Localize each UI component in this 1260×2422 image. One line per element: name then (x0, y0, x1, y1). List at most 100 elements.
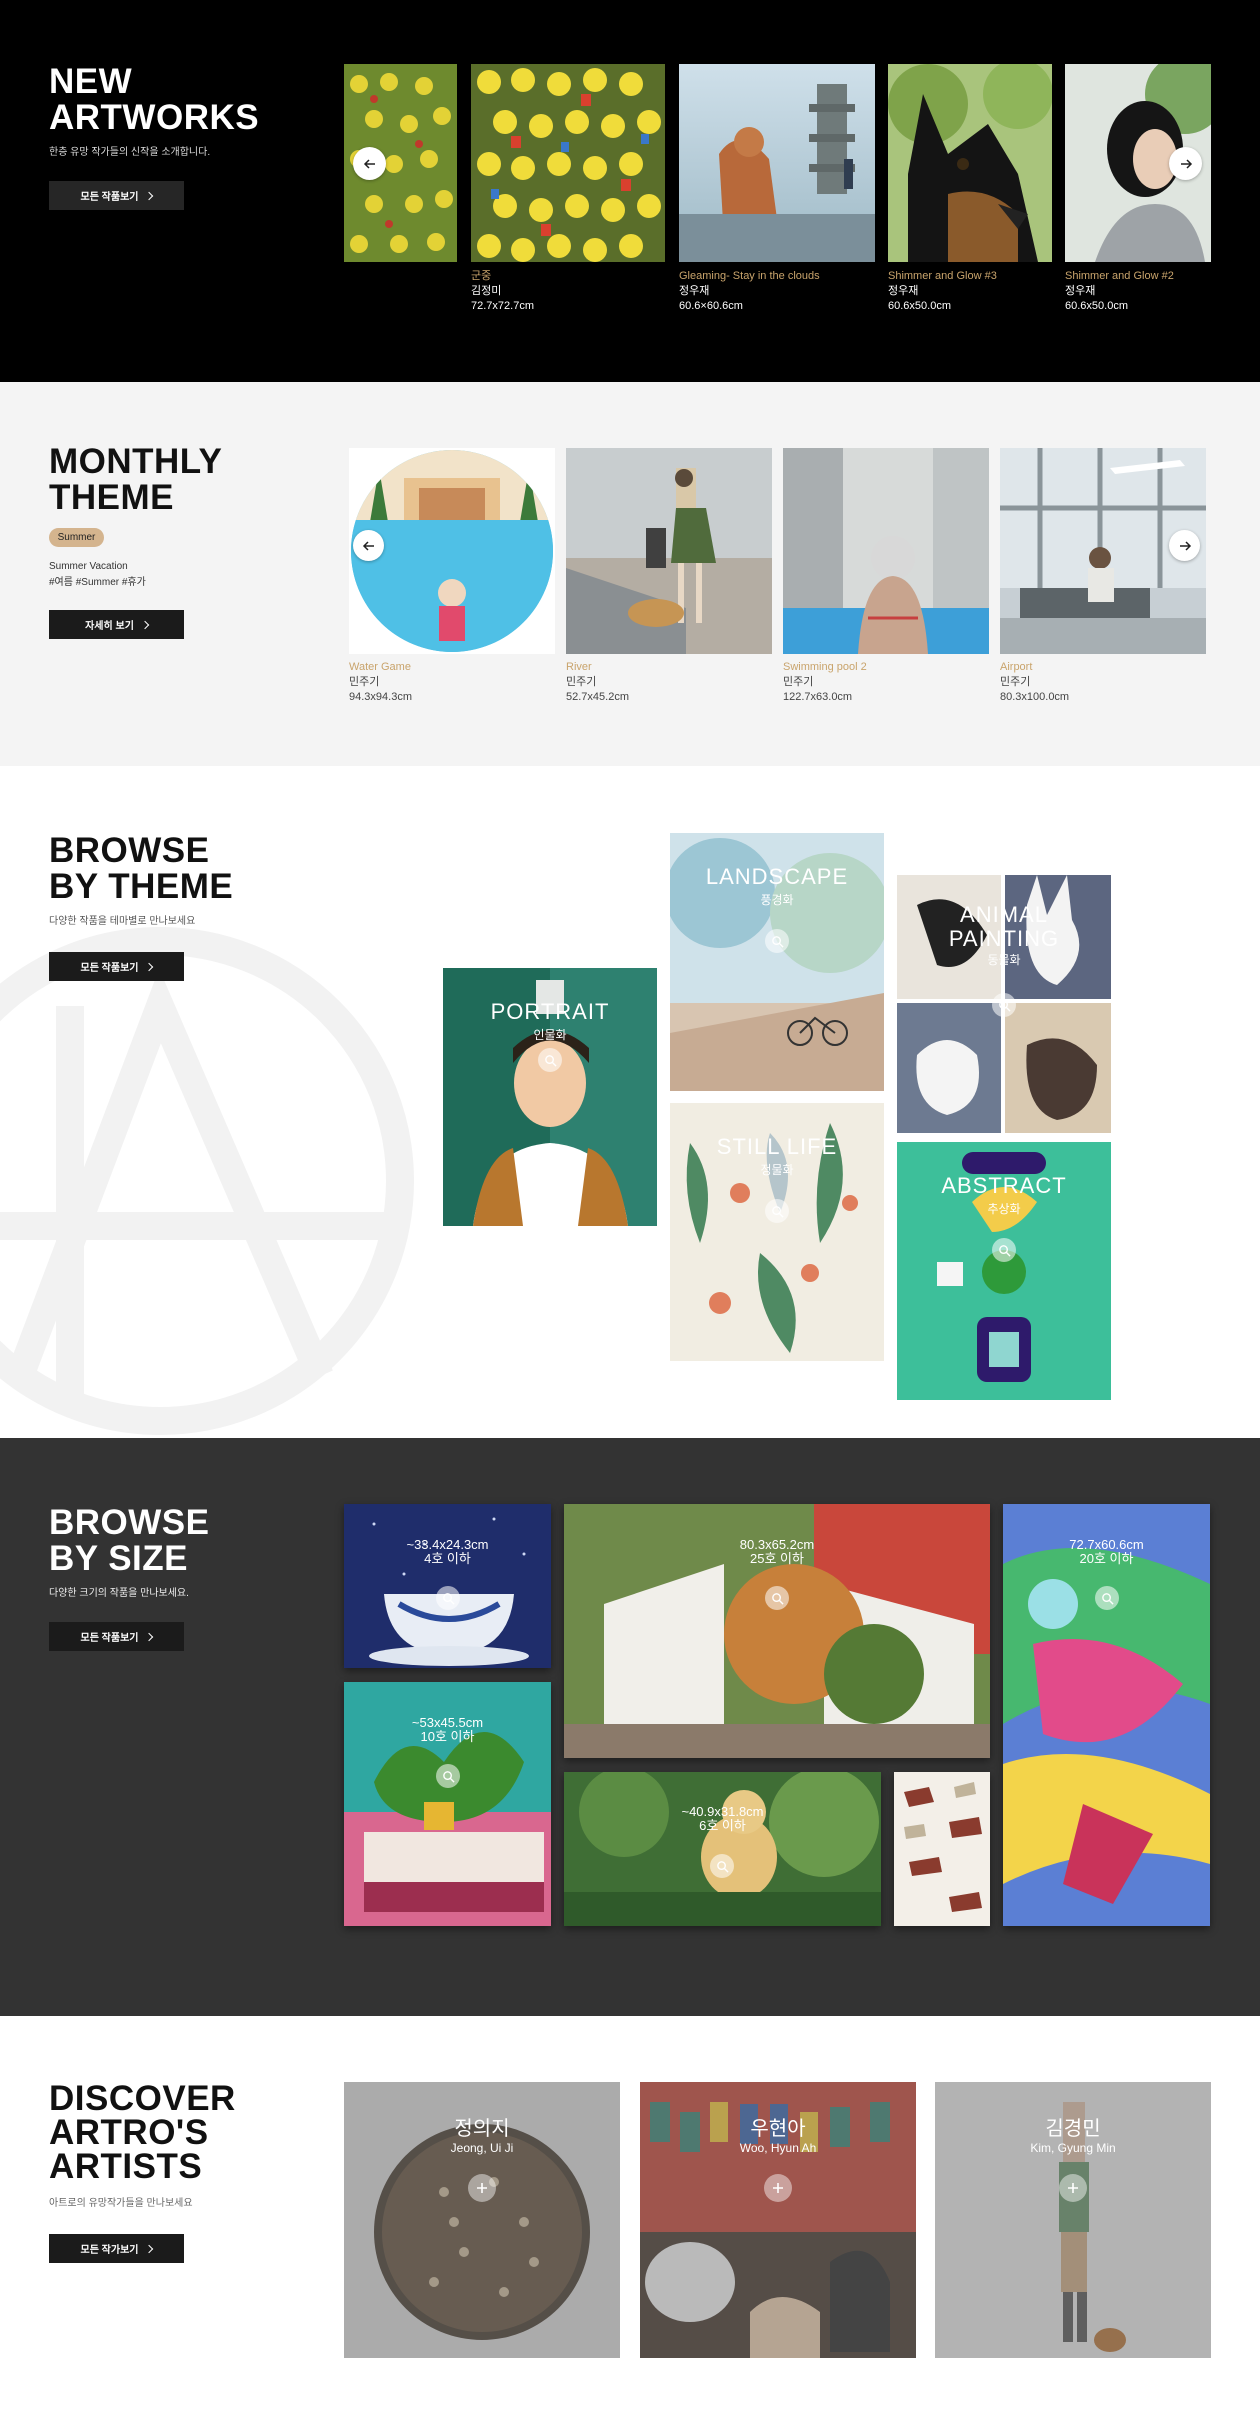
artwork-size: 122.7x63.0cm (783, 691, 853, 703)
size-number-label: 20호 이하 (1079, 1551, 1134, 1566)
zoom-icon (538, 1048, 562, 1072)
arrow-right-icon (1180, 158, 1192, 169)
browse-size-all-button[interactable]: 모든 작품보기 (49, 1622, 184, 1651)
category-sublabel: 추상화 (987, 1202, 1021, 1216)
zoom-icon (710, 1854, 734, 1878)
theme-detail-button[interactable]: 자세히 보기 (49, 610, 184, 639)
size-number-label: 10호 이하 (420, 1729, 475, 1744)
browse-size-desc: 다양한 크기의 작품을 만나보세요. (49, 1588, 189, 1599)
theme-artwork-card[interactable]: River 민주기 52.7x45.2cm (566, 448, 772, 705)
zoom-icon (436, 1764, 460, 1788)
size-number-label: 25호 이하 (750, 1551, 804, 1566)
arrow-left-icon (363, 158, 375, 169)
size-tile-4ho[interactable]: ~33.4x24.3cm 4호 이하 (344, 1504, 551, 1668)
zoom-icon (765, 929, 789, 953)
browse-by-theme-section: BROWSE BY THEME 다양한 작품을 테마별로 만나보세요 모든 작품… (0, 766, 1260, 1438)
artwork-artist: 정우재 (1065, 285, 1096, 297)
zoom-icon (992, 1238, 1016, 1262)
artwork-artist: 민주기 (566, 676, 597, 688)
artwork-title: Shimmer and Glow #3 (888, 270, 997, 282)
browse-theme-all-button-label: 모든 작품보기 (80, 963, 139, 974)
artwork-meta: Water Game 민주기 94.3x94.3cm (349, 660, 555, 705)
artist-name-kr: 김경민 (1045, 2118, 1101, 2140)
theme-artwork-card[interactable]: Swimming pool 2 민주기 122.7x63.0cm (783, 448, 989, 705)
zoom-icon (765, 1586, 789, 1610)
artist-card[interactable]: 김경민 Kim, Gyung Min (935, 2082, 1211, 2358)
artwork-meta: Swimming pool 2 민주기 122.7x63.0cm (783, 660, 989, 705)
arrow-left-icon (362, 540, 374, 551)
artist-card[interactable]: 정의지 Jeong, Ui Ji (344, 2082, 620, 2358)
artwork-image (471, 64, 665, 262)
size-tile-20ho[interactable]: 72.7x60.6cm 20호 이하 (1003, 1504, 1210, 1926)
theme-artwork-card[interactable]: Airport 민주기 80.3x100.0cm (1000, 448, 1206, 705)
artwork-image (783, 448, 989, 654)
plus-icon (468, 2174, 496, 2202)
artwork-meta: Airport 민주기 80.3x100.0cm (1000, 660, 1206, 705)
artist-card[interactable]: 우현아 Woo, Hyun Ah (640, 2082, 916, 2358)
carousel-next-button[interactable] (1169, 147, 1202, 180)
artwork-artist: 민주기 (349, 676, 380, 688)
size-dimension-label: ~33.4x24.3cm (406, 1537, 489, 1552)
artists-title: DISCOVER ARTRO'S ARTISTS (49, 2079, 236, 2186)
theme-desc-line: Summer Vacation (49, 561, 128, 572)
artwork-size: 80.3x100.0cm (1000, 691, 1070, 703)
new-artworks-title: NEW ARTWORKS (49, 62, 260, 137)
size-tile-small[interactable] (894, 1772, 990, 1926)
zoom-icon (992, 993, 1016, 1017)
size-dimension-label: 72.7x60.6cm (1069, 1537, 1144, 1552)
artwork-artist: 정우재 (888, 285, 919, 297)
artwork-artist: 정우재 (679, 285, 710, 297)
new-artworks-desc: 한층 유망 작가들의 신작을 소개합니다. (49, 147, 211, 158)
size-number-label: 4호 이하 (424, 1551, 471, 1566)
artwork-artist: 민주기 (783, 676, 814, 688)
artists-desc: 아트로의 유망작가들을 만나보세요 (49, 2198, 193, 2209)
category-animal-painting[interactable]: ANIMAL PAINTING 동물화 (897, 875, 1111, 1133)
artwork-size: 94.3x94.3cm (349, 691, 412, 703)
artwork-size: 60.6x50.0cm (888, 300, 951, 312)
artwork-title: Gleaming- Stay in the clouds (679, 270, 820, 282)
artwork-title: Airport (1000, 661, 1033, 673)
artwork-meta: 군중 김정미 72.7x72.7cm (471, 269, 534, 314)
browse-theme-all-button[interactable]: 모든 작품보기 (49, 952, 184, 981)
carousel-prev-button[interactable] (353, 147, 386, 180)
monthly-theme-desc: Summer Vacation #여름 #Summer #휴가 (49, 559, 146, 591)
size-tile-6ho[interactable]: ~40.9x31.8cm 6호 이하 (564, 1772, 881, 1926)
carousel-next-button[interactable] (1169, 530, 1200, 561)
artwork-title: River (566, 661, 592, 673)
category-label: ANIMAL PAINTING (948, 902, 1060, 951)
monthly-theme-section: MONTHLY THEME Summer Summer Vacation #여름… (0, 382, 1260, 766)
artwork-meta: Shimmer and Glow #3 정우재 60.6x50.0cm (888, 269, 997, 314)
artwork-image (888, 64, 1052, 262)
all-artworks-button[interactable]: 모든 작품보기 (49, 181, 184, 210)
size-tile-image (564, 1772, 881, 1926)
artist-name-kr: 정의지 (454, 2118, 510, 2140)
size-tile-10ho[interactable]: ~53x45.5cm 10호 이하 (344, 1682, 551, 1926)
category-landscape[interactable]: LANDSCAPE 풍경화 (670, 833, 884, 1091)
all-artworks-button-label: 모든 작품보기 (80, 192, 139, 203)
carousel-prev-button[interactable] (353, 530, 384, 561)
artwork-meta: River 민주기 52.7x45.2cm (566, 660, 772, 705)
artwork-title: Shimmer and Glow #2 (1065, 270, 1174, 282)
browse-by-size-section: BROWSE BY SIZE 다양한 크기의 작품을 만나보세요. 모든 작품보… (0, 1438, 1260, 2016)
chevron-right-icon (145, 191, 154, 200)
artwork-artist: 김정미 (471, 285, 502, 297)
zoom-icon (765, 1199, 789, 1223)
chevron-right-icon (145, 962, 154, 971)
size-number-label: 6호 이하 (699, 1818, 746, 1833)
zoom-icon (1095, 1586, 1119, 1610)
category-abstract[interactable]: ABSTRACT 추상화 (897, 1142, 1111, 1400)
artist-name-en: Kim, Gyung Min (1030, 2141, 1116, 2155)
category-sublabel: 인물화 (533, 1028, 567, 1042)
category-label: STILL LIFE (716, 1134, 838, 1159)
artwork-image (679, 64, 875, 262)
category-still-life[interactable]: STILL LIFE 정물화 (670, 1103, 884, 1361)
artwork-size: 52.7x45.2cm (566, 691, 629, 703)
category-portrait[interactable]: PORTRAIT 인물화 (443, 968, 657, 1226)
theme-artwork-card[interactable]: Water Game 민주기 94.3x94.3cm (349, 448, 555, 705)
size-tile-25ho[interactable]: 80.3x65.2cm 25호 이하 (564, 1504, 990, 1758)
category-label: LANDSCAPE (705, 864, 849, 889)
category-sublabel: 풍경화 (760, 893, 794, 907)
artwork-artist: 민주기 (1000, 676, 1031, 688)
artwork-size: 60.6x50.0cm (1065, 300, 1128, 312)
all-artists-button[interactable]: 모든 작가보기 (49, 2234, 184, 2263)
